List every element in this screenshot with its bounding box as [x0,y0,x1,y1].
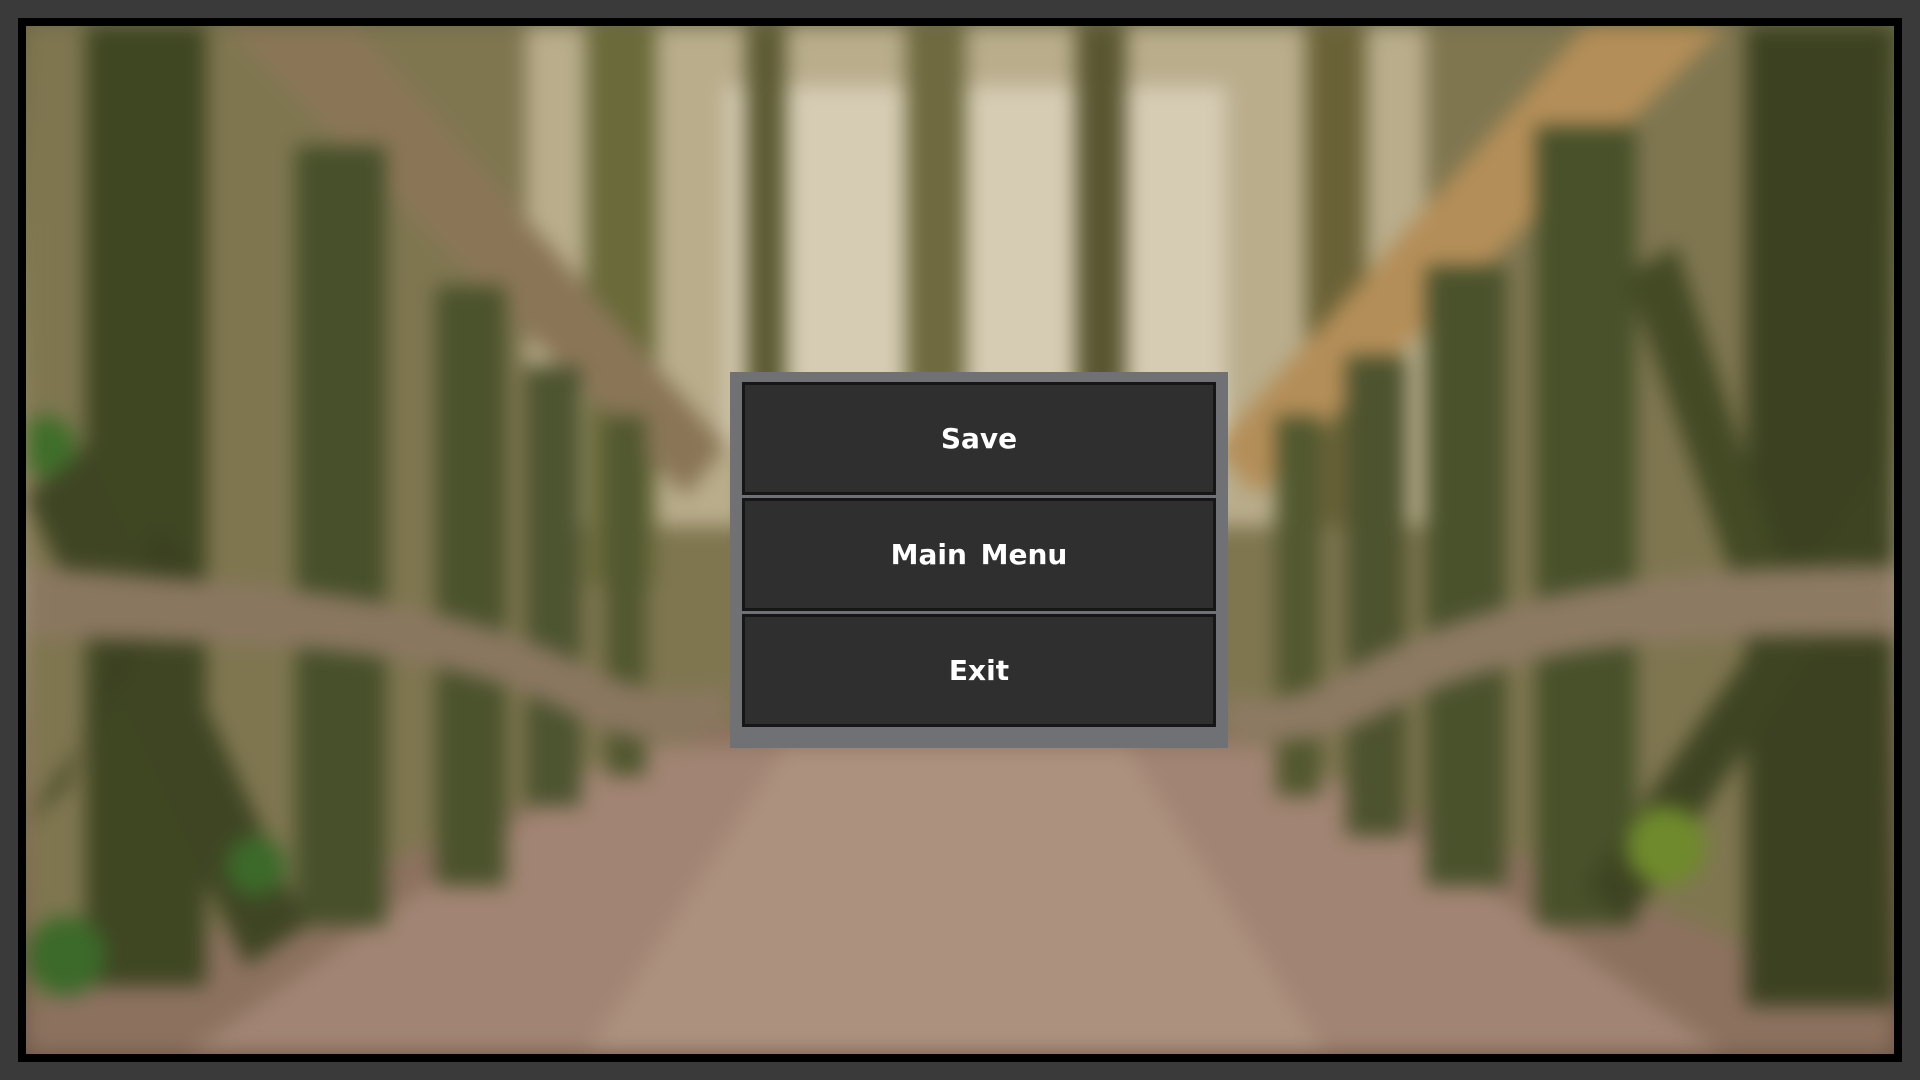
save-button[interactable]: Save [742,382,1216,495]
pause-menu-panel: Save Main Menu Exit [730,372,1228,748]
game-screen: Save Main Menu Exit [18,18,1902,1062]
main-menu-button[interactable]: Main Menu [742,498,1216,611]
exit-button[interactable]: Exit [742,614,1216,727]
window-frame: Save Main Menu Exit [0,0,1920,1080]
